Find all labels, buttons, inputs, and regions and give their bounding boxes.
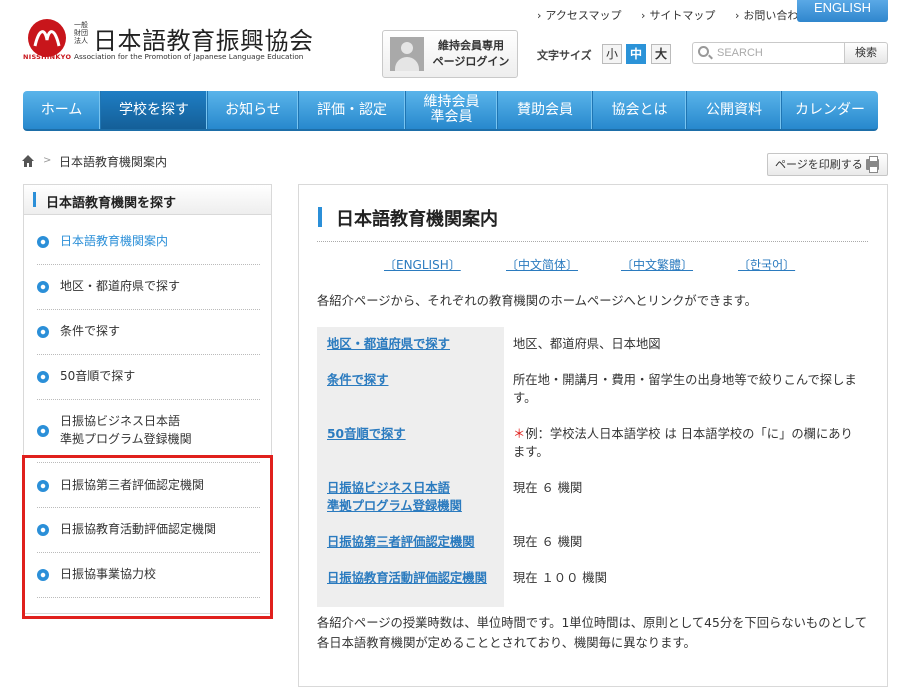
nav-about[interactable]: 協会とは <box>593 91 687 129</box>
site-title[interactable]: 日本語教育振興協会 <box>93 21 314 56</box>
printer-icon <box>866 156 879 173</box>
link-conditions[interactable]: 条件で探す <box>327 371 389 389</box>
nav-news[interactable]: お知らせ <box>208 91 299 129</box>
sidebar-item-business-japanese[interactable]: 日振協ビジネス日本語 準拠プログラム登録機関 <box>37 400 260 463</box>
font-size-large-button[interactable]: 大 <box>651 44 671 64</box>
note-asterisk: ＊ <box>513 427 526 441</box>
nav-evaluation[interactable]: 評価・認定 <box>299 91 406 129</box>
nav-home[interactable]: ホーム <box>23 91 101 129</box>
lang-link-english[interactable]: 〔ENGLISH〕 <box>384 256 461 273</box>
bullet-icon <box>37 425 49 437</box>
highlight-annotation <box>22 455 273 619</box>
link-region-desc: 地区、都道府県、日本地図 <box>513 337 661 351</box>
logo-org-type: 一般 財団 法人 <box>74 21 88 45</box>
font-size-small-button[interactable]: 小 <box>602 44 622 64</box>
heading-bar <box>33 192 36 207</box>
nav-find-school[interactable]: 学校を探す <box>101 91 208 129</box>
link-business-japanese-desc: 現在 ６ 機関 <box>513 481 583 495</box>
sidebar-item-region[interactable]: 地区・都道府県で探す <box>37 265 260 310</box>
link-table-label-column <box>317 327 504 607</box>
site-subtitle: Association for the Promotion of Japanes… <box>74 52 304 61</box>
lang-link-korean[interactable]: 〔한국어〕 <box>738 256 795 273</box>
link-business-japanese[interactable]: 日振協ビジネス日本語 準拠プログラム登録機関 <box>327 479 462 515</box>
page-title: 日本語教育機関案内 <box>336 209 498 230</box>
sidebar-item-syllabary[interactable]: 50音順で探す <box>37 355 260 400</box>
title-bar <box>318 207 322 227</box>
link-third-party-desc: 現在 ６ 機関 <box>513 535 583 549</box>
english-button[interactable]: ENGLISH <box>797 0 888 22</box>
class-hours-note: 各紹介ページの授業時数は、単位時間です。1単位時間は、原則として45分を下回らな… <box>317 616 868 650</box>
breadcrumb-separator: > <box>43 155 52 166</box>
title-divider <box>317 241 868 242</box>
bullet-icon <box>37 281 49 293</box>
bullet-icon <box>37 371 49 383</box>
lang-link-traditional-chinese[interactable]: 〔中文繁體〕 <box>621 256 693 273</box>
logo-roman: NISSHINKYO <box>23 53 72 61</box>
bullet-icon <box>37 326 49 338</box>
sidebar-heading: 日本語教育機関を探す <box>24 185 271 215</box>
link-syllabary[interactable]: 50音順で探す <box>327 425 406 443</box>
search-button[interactable]: 検索 <box>844 42 888 64</box>
link-education-activity-desc: 現在 １００ 機関 <box>513 571 607 585</box>
link-third-party[interactable]: 日振協第三者評価認定機関 <box>327 533 475 551</box>
sidebar-item-guide[interactable]: 日本語教育機関案内 <box>37 215 260 265</box>
sidebar-item-conditions[interactable]: 条件で探す <box>37 310 260 355</box>
main-nav: ホーム 学校を探す お知らせ 評価・認定 維持会員 準会員 賛助会員 協会とは … <box>23 91 878 131</box>
search-icon <box>698 46 709 57</box>
font-size-label: 文字サイズ <box>537 49 592 62</box>
link-conditions-desc: 所在地・開講月・費用・留学生の出身地等で絞りこんで探します。 <box>513 373 857 405</box>
lang-link-simplified-chinese[interactable]: 〔中文简体〕 <box>506 256 578 273</box>
intro-text: 各紹介ページから、それぞれの教育機関のホームページへとリンクができます。 <box>317 294 757 308</box>
nav-supporting-members[interactable]: 賛助会員 <box>498 91 593 129</box>
breadcrumb-current: 日本語教育機関案内 <box>59 155 168 169</box>
print-button[interactable]: ページを印刷する <box>767 153 888 176</box>
top-links: アクセスマップ サイトマップ お問い合わせ <box>537 7 825 23</box>
home-icon[interactable] <box>21 154 35 168</box>
font-size-medium-button[interactable]: 中 <box>626 44 646 64</box>
nav-documents[interactable]: 公開資料 <box>687 91 782 129</box>
link-syllabary-desc: ＊例：学校法人日本語学校 は 日本語学校の「に」の欄にあります。 <box>513 427 853 459</box>
nav-members[interactable]: 維持会員 準会員 <box>406 91 498 129</box>
search-input[interactable]: SEARCH <box>692 42 844 64</box>
main-content: 日本語教育機関案内 〔ENGLISH〕 〔中文简体〕 〔中文繁體〕 〔한국어〕 … <box>298 184 888 687</box>
user-avatar-icon <box>390 37 424 71</box>
member-login-button[interactable]: 維持会員専用 ページログイン <box>382 30 518 78</box>
bullet-icon <box>37 236 49 248</box>
sitemap-link[interactable]: サイトマップ <box>641 9 715 22</box>
link-region[interactable]: 地区・都道府県で探す <box>327 335 450 353</box>
print-label: ページを印刷する <box>775 158 863 171</box>
member-login-label: 維持会員専用 ページログイン <box>432 39 510 68</box>
nav-calendar[interactable]: カレンダー <box>782 91 878 129</box>
logo-icon <box>28 19 66 57</box>
link-education-activity[interactable]: 日振協教育活動評価認定機関 <box>327 569 487 587</box>
access-map-link[interactable]: アクセスマップ <box>537 9 622 22</box>
